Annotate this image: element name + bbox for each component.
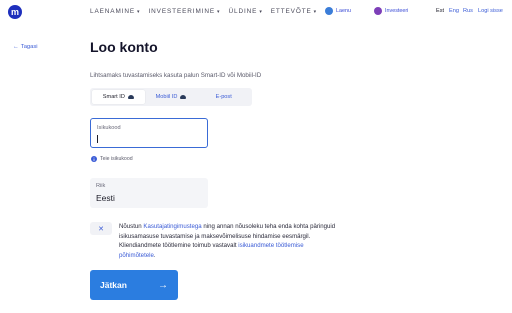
top-navigation: m LAENAMINE ▾ INVESTEERIMINE ▾ ÜLDINE ▾ … — [0, 0, 512, 24]
back-label: Tagasi — [20, 44, 38, 50]
language-est[interactable]: Est — [436, 8, 444, 14]
continue-label: Jätkan — [100, 280, 127, 290]
chevron-down-icon: ▾ — [259, 8, 263, 15]
consent-text: Nõustun Kasutajatingimustega ning annan … — [119, 222, 339, 260]
country-label: Riik — [96, 183, 106, 189]
continue-button[interactable]: Jätkan → — [90, 270, 178, 300]
nav-item-label: LAENAMINE — [90, 8, 136, 15]
chevron-down-icon: ▾ — [137, 8, 141, 15]
smart-id-icon — [127, 95, 134, 99]
chevron-down-icon: ▾ — [217, 8, 221, 15]
tab-smart-id[interactable]: Smart ID — [92, 90, 145, 104]
country-select[interactable]: Riik Eesti — [90, 178, 208, 208]
personal-code-hint: i Teie isikukood — [91, 156, 133, 162]
investeeri-button[interactable]: Investeeri — [374, 7, 408, 15]
tab-label: Smart ID — [102, 94, 125, 100]
personal-code-input[interactable] — [97, 134, 197, 144]
investeeri-label: Investeeri — [385, 8, 409, 14]
personal-code-label: Isikukood — [97, 125, 121, 131]
personal-code-field[interactable]: Isikukood — [90, 118, 208, 148]
nav-item-investeerimine[interactable]: INVESTEERIMINE ▾ — [148, 8, 220, 15]
consent-checkbox[interactable]: ✕ — [90, 222, 112, 235]
nav-item-laenamine[interactable]: LAENAMINE ▾ — [90, 8, 140, 15]
language-rus[interactable]: Rus — [463, 8, 473, 14]
back-link[interactable]: ← Tagasi — [13, 44, 38, 50]
investeeri-icon — [374, 7, 382, 15]
terms-link[interactable]: Kasutajatingimustega — [143, 223, 201, 230]
main-nav: LAENAMINE ▾ INVESTEERIMINE ▾ ÜLDINE ▾ ET… — [90, 8, 317, 15]
laenu-button[interactable]: Laenu — [325, 7, 351, 15]
logo-letter: m — [10, 6, 19, 17]
chevron-down-icon: ▾ — [313, 8, 318, 15]
tab-mobiil-id[interactable]: Mobiil ID — [145, 90, 198, 104]
auth-method-tabs: Smart ID Mobiil ID E-post — [90, 88, 252, 106]
brand-logo[interactable]: m — [8, 5, 22, 19]
nav-item-ettevote[interactable]: ETTEVÕTE ▾ — [271, 8, 317, 15]
mobiil-id-icon — [180, 95, 187, 99]
nav-item-label: INVESTEERIMINE — [148, 8, 216, 15]
consent-text-part: . — [153, 251, 156, 259]
hint-text: Teie isikukood — [100, 156, 133, 162]
country-value: Eesti — [96, 193, 115, 203]
language-eng[interactable]: Eng — [449, 8, 459, 14]
text-cursor — [97, 135, 98, 143]
arrow-left-icon: ← — [13, 44, 19, 50]
consent-text-part: Nõustun — [119, 223, 144, 230]
tab-e-post[interactable]: E-post — [197, 90, 250, 104]
tab-label: E-post — [215, 94, 232, 100]
page-title: Loo konto — [90, 39, 158, 55]
nav-item-label: ETTEVÕTE — [270, 8, 312, 15]
laenu-label: Laenu — [336, 8, 351, 14]
nav-item-label: ÜLDINE — [228, 8, 258, 15]
tab-label: Mobiil ID — [155, 94, 178, 100]
laenu-icon — [325, 7, 333, 15]
login-link[interactable]: Logi sisse — [478, 8, 503, 14]
info-icon: i — [91, 156, 97, 162]
nav-item-uldine[interactable]: ÜLDINE ▾ — [228, 8, 262, 15]
close-icon: ✕ — [98, 225, 104, 233]
page-subtitle: Lihtsamaks tuvastamiseks kasuta palun Sm… — [90, 72, 262, 79]
arrow-right-icon: → — [158, 279, 168, 291]
